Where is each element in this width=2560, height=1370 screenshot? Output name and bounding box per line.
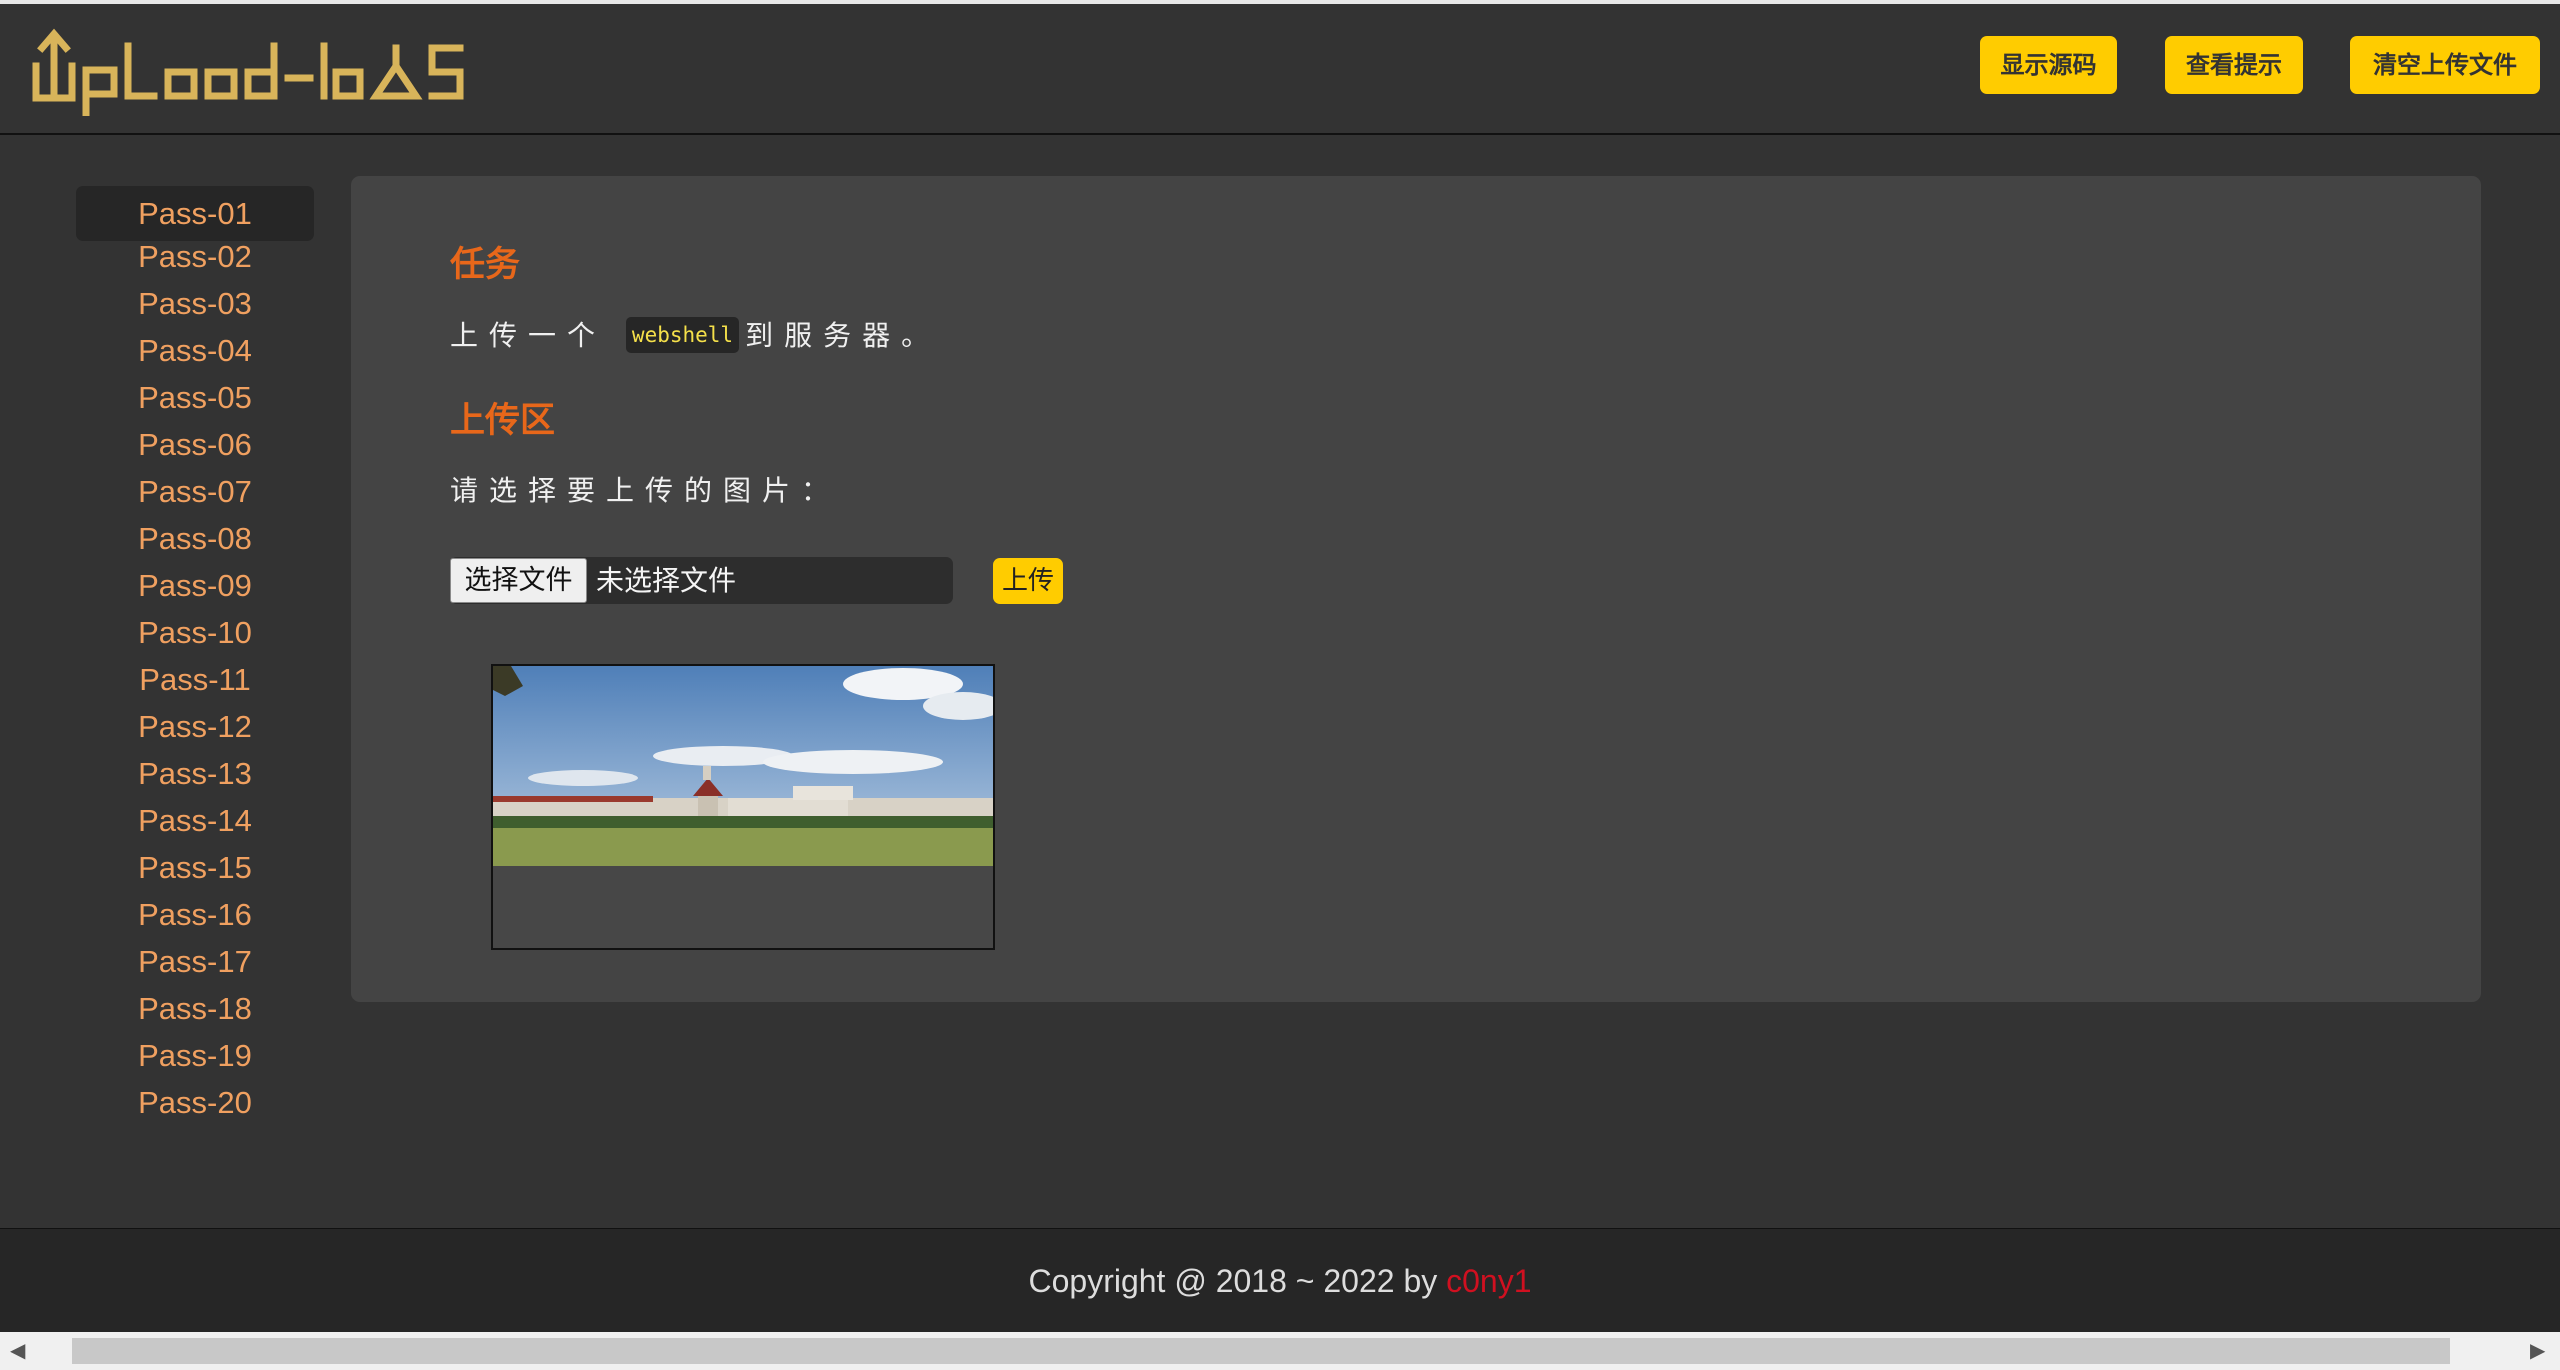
sidebar-item-pass-20[interactable]: Pass-20 [76, 1079, 314, 1126]
scroll-left-arrow-icon[interactable]: ◀ [10, 1338, 25, 1364]
sidebar-item-pass-11[interactable]: Pass-11 [76, 656, 314, 703]
show-source-button[interactable]: 显示源码 [1980, 36, 2117, 94]
sidebar-item-pass-15[interactable]: Pass-15 [76, 844, 314, 891]
sidebar-item-pass-04[interactable]: Pass-04 [76, 327, 314, 374]
sidebar-item-pass-09[interactable]: Pass-09 [76, 562, 314, 609]
sidebar-item-pass-05[interactable]: Pass-05 [76, 374, 314, 421]
author-link[interactable]: c0ny1 [1446, 1263, 1531, 1299]
sidebar-item-pass-19[interactable]: Pass-19 [76, 1032, 314, 1079]
sidebar-item-pass-07[interactable]: Pass-07 [76, 468, 314, 515]
copyright-text: Copyright @ 2018 ~ 2022 by [1028, 1263, 1447, 1299]
task-code: webshell [625, 317, 740, 353]
sidebar-item-pass-17[interactable]: Pass-17 [76, 938, 314, 985]
sidebar-item-pass-12[interactable]: Pass-12 [76, 703, 314, 750]
main-panel: 任务 上传一个 webshell 到服务器。 上传区 请选择要上传的图片： 选择文… [351, 176, 2481, 1002]
campus-photo [493, 666, 993, 866]
site-header: 显示源码 查看提示 清空上传文件 [0, 4, 2560, 135]
view-hint-button[interactable]: 查看提示 [2165, 36, 2303, 94]
sidebar-item-pass-08[interactable]: Pass-08 [76, 515, 314, 562]
task-heading: 任务 [450, 245, 521, 285]
sidebar-item-pass-16[interactable]: Pass-16 [76, 891, 314, 938]
upload-heading: 上传区 [450, 401, 556, 441]
task-description: 上传一个 webshell 到服务器。 [450, 314, 940, 354]
task-prefix: 上传一个 [450, 319, 607, 352]
sidebar-item-pass-03[interactable]: Pass-03 [76, 280, 314, 327]
choose-prompt: 请选择要上传的图片： [450, 474, 841, 507]
sidebar-item-pass-18[interactable]: Pass-18 [76, 985, 314, 1032]
scrollbar-thumb[interactable] [72, 1338, 2450, 1364]
file-status: 未选择文件 [596, 564, 737, 597]
clear-uploads-button[interactable]: 清空上传文件 [2350, 36, 2540, 94]
sidebar-item-pass-06[interactable]: Pass-06 [76, 421, 314, 468]
upload-button[interactable]: 上传 [993, 558, 1063, 604]
site-footer: Copyright @ 2018 ~ 2022 by c0ny1 [0, 1228, 2560, 1333]
upload-labs-logo [32, 28, 464, 116]
sidebar-item-pass-10[interactable]: Pass-10 [76, 609, 314, 656]
file-input[interactable]: 选择文件 未选择文件 [450, 557, 953, 604]
sidebar-item-pass-02[interactable]: Pass-02 [76, 233, 314, 280]
scroll-right-arrow-icon[interactable]: ▶ [2530, 1338, 2545, 1364]
task-suffix: 到服务器。 [745, 319, 941, 352]
horizontal-scrollbar[interactable]: ◀ ▶ [0, 1332, 2560, 1370]
sidebar-item-pass-14[interactable]: Pass-14 [76, 797, 314, 844]
uploaded-image-preview [491, 664, 995, 950]
choose-file-button[interactable]: 选择文件 [450, 558, 587, 603]
sidebar-nav: Pass-01 Pass-02 Pass-03 Pass-04 Pass-05 … [76, 186, 314, 1126]
sidebar-item-pass-13[interactable]: Pass-13 [76, 750, 314, 797]
